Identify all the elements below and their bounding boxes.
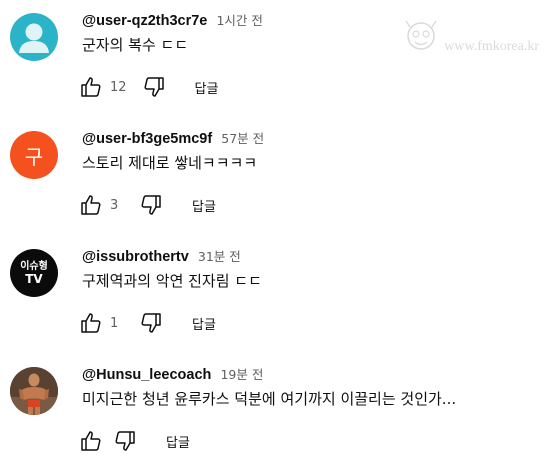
avatar-initial: 구 (24, 144, 44, 169)
thumbs-up-icon (81, 77, 101, 97)
thumbs-down-icon (144, 77, 164, 97)
comment-time[interactable]: 31분 전 (198, 249, 241, 264)
thumbs-up-icon (81, 431, 101, 451)
like-button[interactable] (78, 192, 104, 218)
avatar[interactable]: 구 (10, 131, 58, 179)
comments-section: www.fmkorea.kr @user-qz2th3cr7e 1시간 전 군자… (0, 0, 549, 455)
comment-actions: 답글 (78, 428, 190, 454)
channel-logo-line2: TV (25, 272, 43, 286)
comment-actions: 12 답글 (78, 74, 218, 100)
thumbs-down-icon (141, 313, 161, 333)
thumbs-up-icon (81, 313, 101, 333)
like-count: 3 (110, 197, 119, 213)
reply-button[interactable]: 답글 (192, 196, 216, 215)
avatar[interactable] (10, 367, 58, 415)
dislike-button[interactable] (112, 428, 138, 454)
comment-text: 스토리 제대로 쌓네ㅋㅋㅋㅋ (82, 154, 258, 172)
reply-button[interactable]: 답글 (195, 78, 219, 97)
comment-text: 구제역과의 악연 진자림 ㄷㄷ (82, 272, 262, 290)
comment-header: @issubrothertv 31분 전 (82, 246, 241, 266)
author-name[interactable]: @issubrothertv (82, 249, 189, 265)
site-watermark: www.fmkorea.kr (402, 18, 539, 58)
dislike-button[interactable] (138, 310, 164, 336)
comment-time[interactable]: 57분 전 (221, 131, 264, 146)
thumbs-up-icon (81, 195, 101, 215)
like-button[interactable] (78, 310, 104, 336)
comment-text: 미지근한 청년 윤루카스 덕분에 여기까지 이끌리는 것인가... (82, 390, 457, 408)
thumbs-down-icon (141, 195, 161, 215)
dislike-button[interactable] (138, 192, 164, 218)
mascot-watermark-icon (405, 20, 437, 50)
thumbs-down-icon (115, 431, 135, 451)
comment-time[interactable]: 19분 전 (220, 367, 263, 382)
comment-header: @Hunsu_leecoach 19분 전 (82, 364, 263, 384)
like-button[interactable] (78, 428, 104, 454)
author-name[interactable]: @user-bf3ge5mc9f (82, 131, 212, 147)
like-count: 1 (110, 315, 119, 331)
reply-button[interactable]: 답글 (192, 314, 216, 333)
like-button[interactable] (78, 74, 104, 100)
comment-time[interactable]: 1시간 전 (216, 13, 262, 28)
comment-actions: 1 답글 (78, 310, 216, 336)
dislike-button[interactable] (141, 74, 167, 100)
comment-header: @user-qz2th3cr7e 1시간 전 (82, 10, 263, 30)
profile-photo-icon (10, 367, 58, 415)
comment-actions: 3 답글 (78, 192, 216, 218)
author-name[interactable]: @user-qz2th3cr7e (82, 13, 207, 29)
reply-button[interactable]: 답글 (166, 432, 190, 451)
comment-header: @user-bf3ge5mc9f 57분 전 (82, 128, 264, 148)
avatar[interactable]: 이슈형 TV (10, 249, 58, 297)
watermark-text: www.fmkorea.kr (444, 39, 539, 54)
default-user-icon (19, 23, 49, 53)
comment-text: 군자의 복수 ㄷㄷ (82, 36, 189, 54)
author-name[interactable]: @Hunsu_leecoach (82, 367, 211, 383)
avatar[interactable] (10, 13, 58, 61)
like-count: 12 (110, 79, 127, 95)
